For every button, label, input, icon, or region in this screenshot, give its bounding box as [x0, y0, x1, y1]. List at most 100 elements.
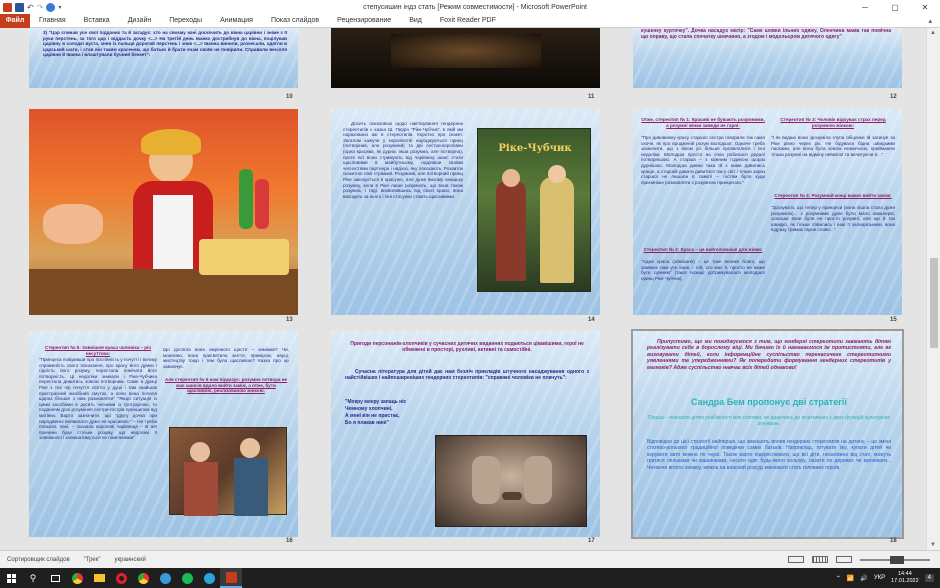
tab-review[interactable]: Рецензирование — [328, 14, 400, 28]
tab-file[interactable]: Файл — [0, 13, 30, 28]
minimize-button[interactable]: ─ — [850, 0, 880, 14]
slide-15-text-3: "І як видаю вони зрозуміла глупа обіцянк… — [771, 135, 895, 157]
slide-16-image — [169, 427, 287, 516]
slide-12[interactable]: кушенку курточку". Дочка насадує матір: … — [633, 28, 902, 88]
tab-view[interactable]: Вид — [400, 14, 431, 28]
slide-11-image — [391, 34, 541, 68]
tab-transitions[interactable]: Переходы — [160, 14, 211, 28]
slide-18[interactable]: Припустимо, що ми погоджуємося з тим, що… — [631, 329, 904, 539]
status-theme: "Трек" — [83, 556, 101, 563]
network-icon[interactable]: 📶 — [847, 575, 854, 582]
slide-14-text: Досить показовою щодо нав'язування генде… — [343, 121, 463, 199]
customize-quick-access-icon[interactable]: ▾ — [58, 4, 61, 11]
slide-14-book-title: Ріке-Чубчик — [498, 143, 572, 154]
quick-access-icon[interactable] — [46, 2, 56, 12]
scroll-down-icon[interactable]: ▼ — [930, 542, 936, 548]
slide-16-number: 16 — [286, 538, 293, 544]
search-icon[interactable]: ⚲ — [22, 568, 44, 588]
volume-icon[interactable]: 🔊 — [860, 575, 867, 582]
slide-18-text-2: Перша – показати дітям розбіжності між с… — [647, 415, 891, 427]
undo-icon[interactable]: ↶ — [27, 3, 34, 12]
tab-home[interactable]: Главная — [30, 14, 75, 28]
start-icon[interactable] — [0, 568, 22, 588]
window-title: степусишин індз стать [Режим совместимос… — [363, 3, 587, 11]
slide-15-text-4: "Зрозуміло, що тепер у принцеси (вона пі… — [771, 205, 895, 233]
slide-16[interactable]: Стереотип № 5: Зовнішня краса чоловіка –… — [29, 331, 298, 537]
file-explorer-icon[interactable] — [88, 568, 110, 588]
slide-17-number: 17 — [588, 538, 595, 544]
slide-17-text-2: Сучасна література для дітей дає нам без… — [345, 369, 589, 382]
keyboard-language[interactable]: УКР — [874, 575, 885, 581]
save-icon[interactable] — [15, 2, 24, 12]
poem-line: Чемному хлопчині, — [345, 406, 393, 412]
telegram-icon[interactable] — [198, 568, 220, 588]
slide-17[interactable]: Пригоди персонажів-хлопчиків у сучасних … — [331, 331, 600, 537]
spotify-icon[interactable] — [176, 568, 198, 588]
slide-15-text-1: "Про дивовижну красу старшої сестри гово… — [641, 135, 765, 185]
poem-line: Бо я плакав нині" — [345, 420, 389, 426]
slide-14[interactable]: Досить показовою щодо нав'язування генде… — [331, 109, 600, 315]
slide-12-number: 12 — [890, 94, 897, 100]
tab-animation[interactable]: Анимация — [211, 14, 262, 28]
maximize-button[interactable]: ▢ — [880, 0, 910, 14]
ribbon-tabs: Файл Главная Вставка Дизайн Переходы Ани… — [0, 13, 940, 28]
tab-slideshow[interactable]: Показ слайдов — [262, 14, 328, 28]
tab-design[interactable]: Дизайн — [119, 14, 161, 28]
chrome-icon[interactable] — [66, 568, 88, 588]
slide-14-book-cover: Ріке-Чубчик — [477, 128, 591, 292]
slide-15[interactable]: Отже, стереотип № 1: Красиві не бувають … — [633, 109, 902, 315]
slide-11[interactable] — [331, 28, 600, 88]
slide-15-heading-1: Отже, стереотип № 1: Красиві не бувають … — [641, 117, 765, 128]
clock-date: 17.01.2022 — [891, 578, 919, 584]
slide-10[interactable]: 3) "Цар слинав усе свої підданих та й за… — [29, 28, 298, 88]
clock[interactable]: 14:44 17.01.2022 — [891, 571, 919, 585]
show-hidden-icons[interactable]: ⌃ — [836, 575, 841, 582]
windows-taskbar: ⚲ ⌃ 📶 🔊 УКР 14:44 17.01.2022 4 — [0, 568, 940, 588]
notification-badge[interactable]: 4 — [924, 574, 934, 582]
slide-18-text-3: Відповідно до цієї стратегії найперше, щ… — [647, 439, 891, 471]
zoom-slider[interactable] — [860, 555, 930, 564]
system-tray: ⌃ 📶 🔊 УКР 14:44 17.01.2022 4 — [836, 571, 940, 585]
slide-15-number: 15 — [890, 317, 897, 323]
reading-view-icon[interactable] — [836, 556, 852, 563]
slide-16-heading-2: Але стереотип № 6 нам підказує: розумна … — [164, 377, 288, 394]
status-bar: Сортировщик слайдов "Трек" украинский — [0, 550, 940, 568]
opera-icon[interactable] — [110, 568, 132, 588]
redo-icon[interactable]: ↷ — [37, 3, 44, 12]
ribbon-collapse-icon[interactable]: ▴ — [928, 17, 940, 25]
slide-13-image — [29, 109, 298, 315]
slide-15-heading-3: Стереотип № 3: Чоловік відчуває страх пе… — [780, 117, 886, 128]
task-view-icon[interactable] — [44, 568, 66, 588]
slide-18-number: 18 — [890, 538, 897, 544]
slide-17-poem: "Мокру мокру запаць ніс Чемному хлопчині… — [345, 399, 455, 427]
slide-17-crying-man-image — [435, 435, 587, 527]
status-language[interactable]: украинский — [108, 557, 153, 563]
vertical-scrollbar[interactable]: ▲ ▼ — [926, 28, 940, 550]
slide-11-number: 11 — [588, 94, 595, 100]
close-button[interactable]: ✕ — [910, 0, 940, 14]
slide-16-text-2: Що досягла вона омріяного щастя – заміжж… — [163, 347, 289, 369]
slide-12-text: кушенку курточку". Дочка насадує матір: … — [641, 28, 891, 41]
slide-17-text-1: Пригоди персонажів-хлопчиків у сучасних … — [350, 341, 584, 354]
slide-sorter-view-icon[interactable] — [812, 556, 828, 563]
powerpoint-taskbar-icon[interactable] — [220, 568, 242, 588]
slide-18-text-1: Припустимо, що ми погоджуємося з тим, що… — [647, 339, 891, 371]
title-bar: ↶ ↷ ▾ степусишин індз стать [Режим совме… — [0, 0, 940, 14]
slide-15-heading-2: Стереотип № 2: Краса – це найголовніше д… — [643, 247, 763, 252]
scrollbar-thumb[interactable] — [930, 258, 938, 348]
poem-line: А мені він не пристає, — [345, 413, 400, 419]
tab-foxit[interactable]: Foxit Reader PDF — [431, 14, 505, 28]
scroll-up-icon[interactable]: ▲ — [930, 30, 936, 36]
slide-13-number: 13 — [286, 317, 293, 323]
chrome-profile-icon[interactable] — [132, 568, 154, 588]
browser-icon[interactable] — [154, 568, 176, 588]
clock-time: 14:44 — [898, 571, 912, 577]
slide-10-number: 10 — [286, 94, 293, 100]
slide-18-heading: Сандра Бем пропонує дві стратегії — [691, 397, 847, 407]
slide-16-text-1: "Принцеса повіривши про постійність у по… — [39, 357, 157, 441]
slide-14-number: 14 — [588, 317, 595, 323]
tab-insert[interactable]: Вставка — [75, 14, 119, 28]
slide-13[interactable] — [29, 109, 298, 315]
powerpoint-app-icon — [3, 2, 12, 12]
normal-view-icon[interactable] — [788, 556, 804, 563]
